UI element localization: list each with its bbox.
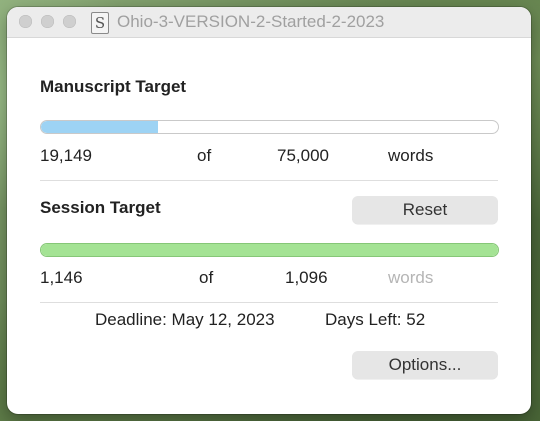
deadline-text: Deadline: May 12, 2023 [95, 310, 275, 329]
days-left-text: Days Left: 52 [325, 310, 426, 329]
zoom-window-button[interactable] [63, 15, 76, 28]
manuscript-of-label: of [197, 146, 212, 165]
scrivener-document-icon: S [91, 12, 109, 34]
session-unit-label: words [388, 268, 434, 287]
session-target-count[interactable]: 1,096 [285, 268, 328, 288]
options-button[interactable]: Options... [352, 351, 498, 379]
manuscript-progress-bar [40, 120, 499, 134]
project-targets-window: S Ohio-3-VERSION-2-Started-2-2023 Manusc… [7, 7, 531, 414]
section-divider [40, 180, 498, 181]
close-window-button[interactable] [19, 15, 32, 28]
minimize-window-button[interactable] [41, 15, 54, 28]
section-divider [40, 302, 498, 303]
manuscript-unit-select[interactable]: words [388, 146, 433, 166]
session-target-heading: Session Target [40, 198, 161, 217]
session-progress-bar [40, 243, 499, 257]
title-bar[interactable]: S Ohio-3-VERSION-2-Started-2-2023 [7, 7, 531, 38]
window-title: Ohio-3-VERSION-2-Started-2-2023 [117, 12, 385, 31]
reset-button[interactable]: Reset [352, 196, 498, 224]
session-of-label: of [199, 268, 214, 287]
manuscript-current-count: 19,149 [40, 146, 92, 165]
manuscript-target-heading: Manuscript Target [40, 77, 187, 96]
manuscript-progress-fill [41, 121, 158, 133]
session-progress-fill [41, 244, 498, 256]
manuscript-target-count[interactable]: 75,000 [277, 146, 329, 166]
session-current-count: 1,146 [40, 268, 83, 287]
